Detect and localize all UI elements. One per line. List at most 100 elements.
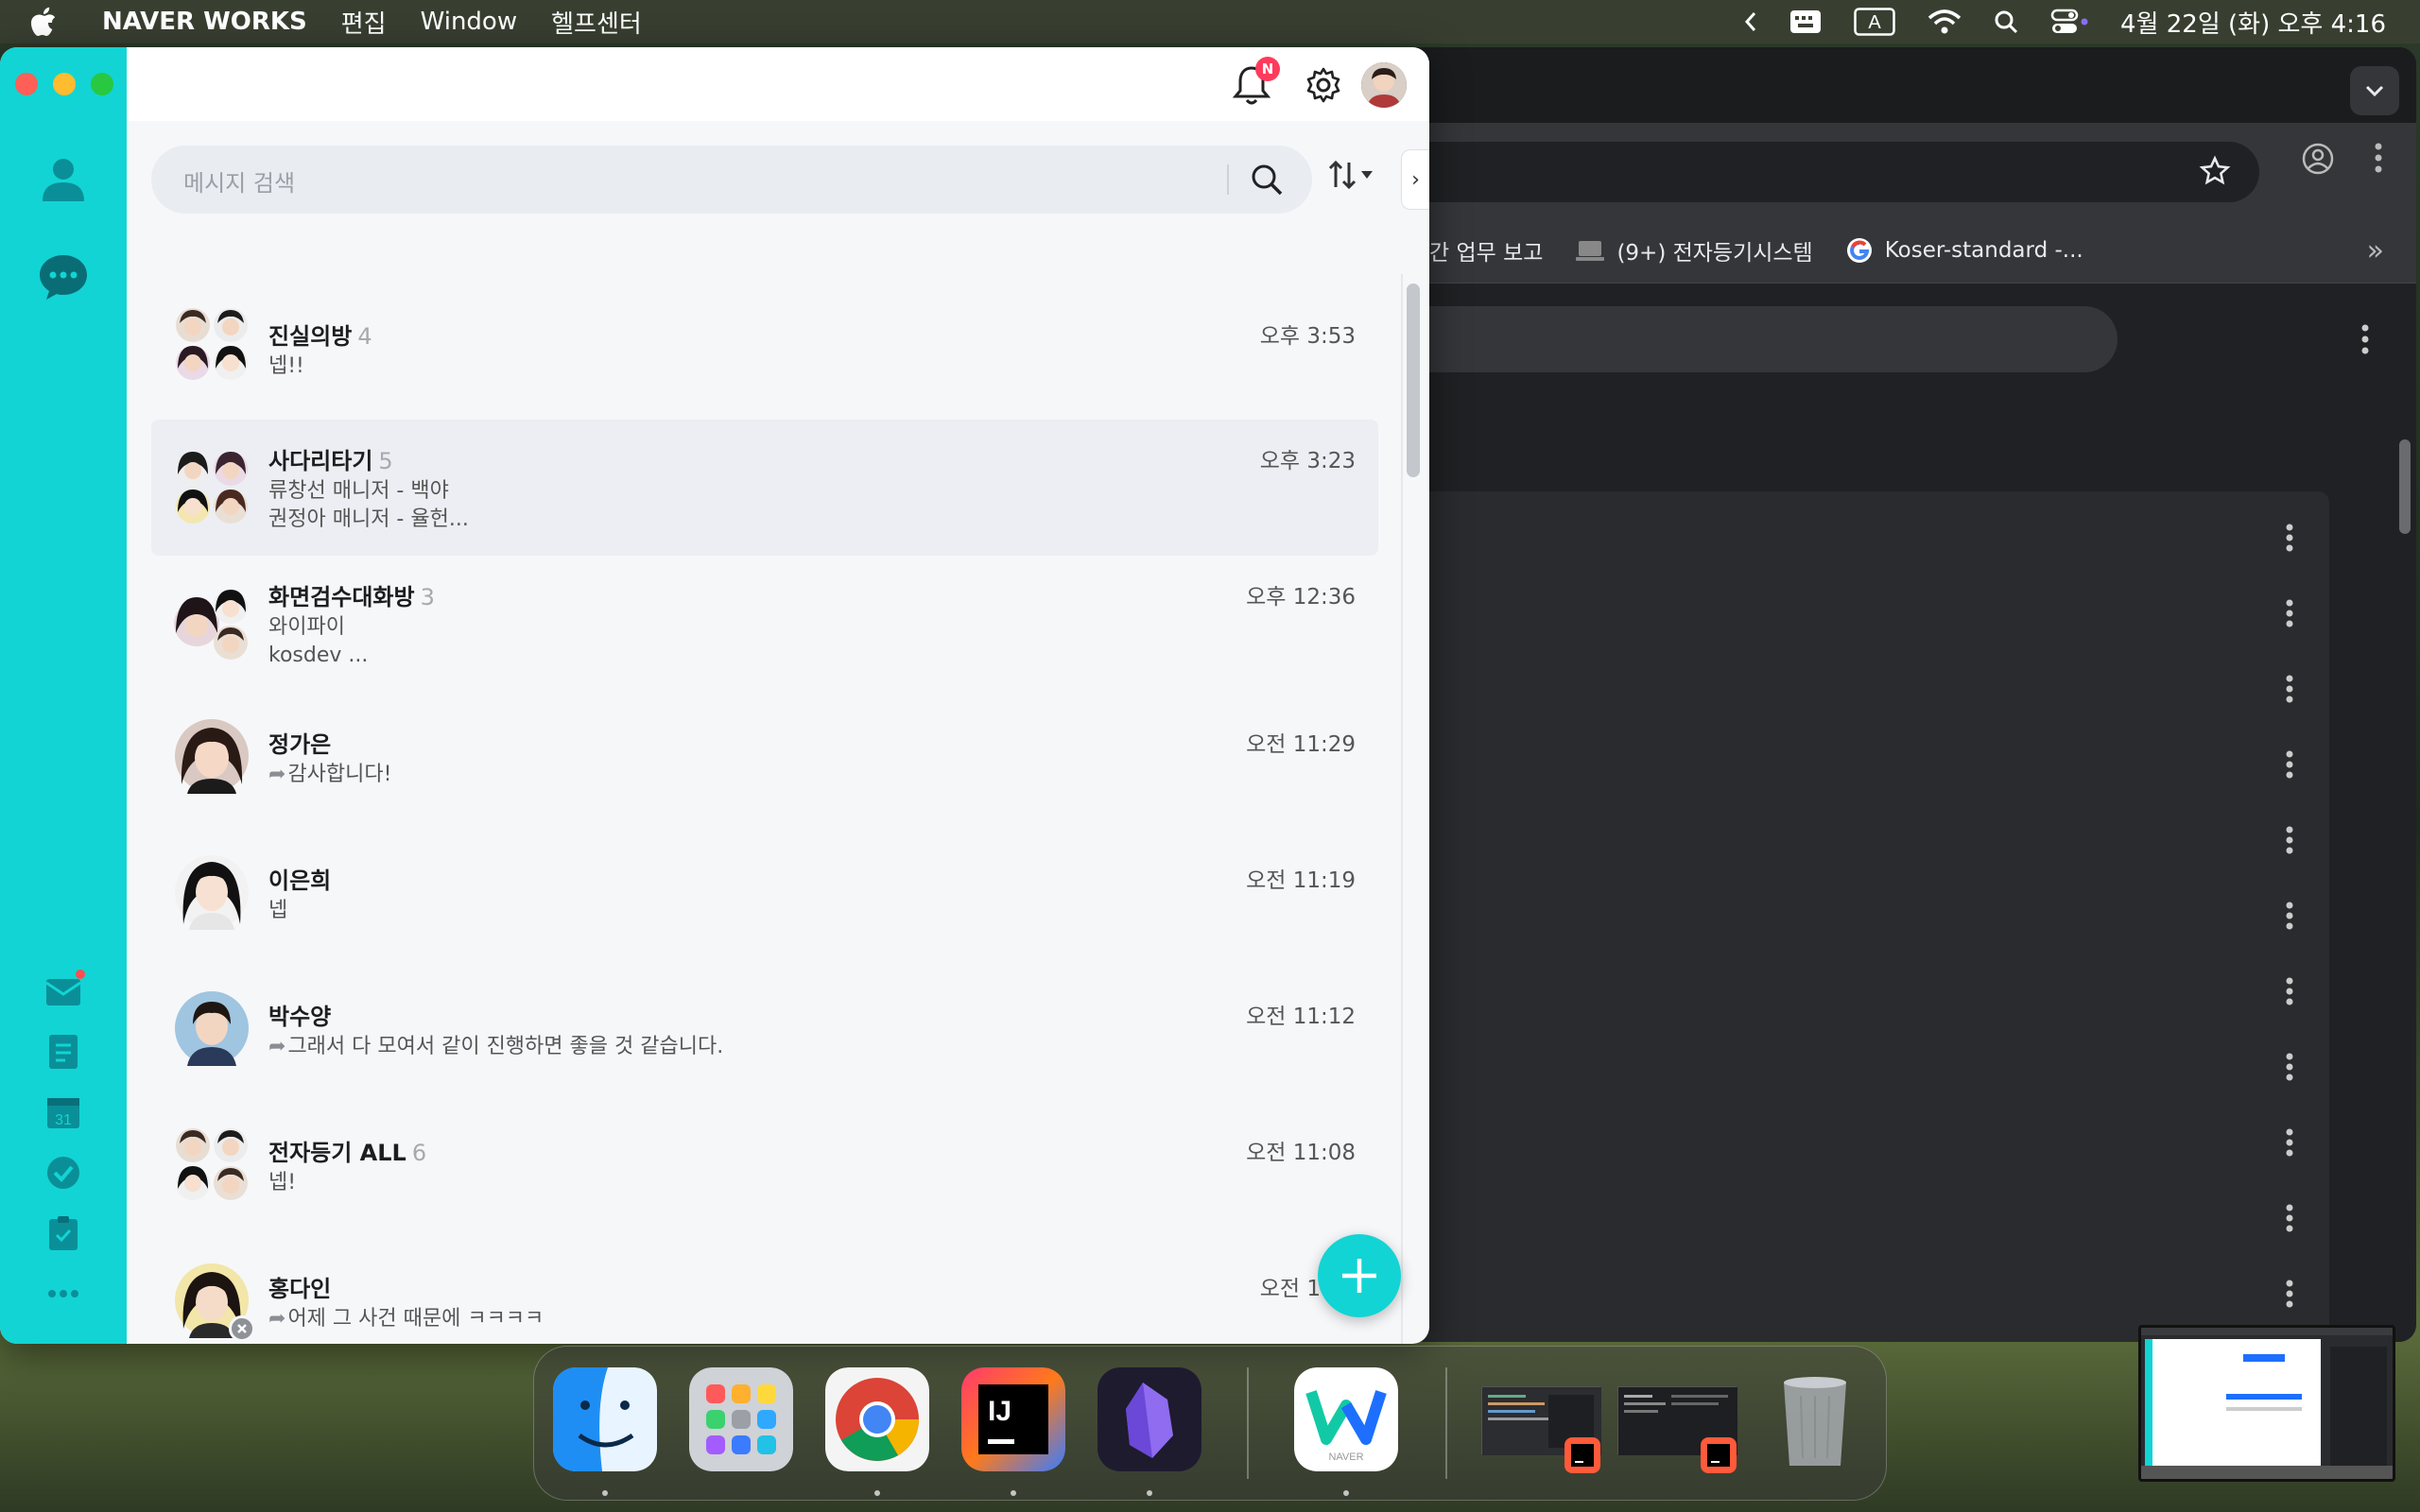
dock-trash[interactable]	[1763, 1367, 1867, 1471]
row-menu-icon[interactable]	[2286, 826, 2293, 854]
spotlight-search-icon[interactable]	[1994, 9, 2018, 34]
chat-room-item[interactable]: 홍다인 오전 10:0 ➦어제 그 사건 때문에 ㅋㅋㅋㅋ	[151, 1236, 1378, 1344]
svg-text:31: 31	[55, 1112, 72, 1128]
dock-obsidian[interactable]	[1098, 1367, 1201, 1471]
chevron-left-icon[interactable]	[1744, 11, 1757, 32]
row-menu-icon[interactable]	[2286, 524, 2293, 552]
last-message: 넵!	[268, 1171, 297, 1194]
dock-chrome[interactable]	[825, 1367, 929, 1471]
running-indicator	[602, 1490, 608, 1496]
tab-search-button[interactable]	[2350, 66, 2399, 115]
page-scrollbar[interactable]	[2399, 439, 2411, 534]
last-message-line: kosdev ...	[268, 644, 369, 667]
wifi-icon[interactable]	[1927, 9, 1962, 35]
sort-arrows-icon	[1328, 160, 1357, 190]
person-avatar	[174, 854, 250, 930]
last-message: 넵!!	[268, 354, 304, 378]
chat-room-item[interactable]: 박수양 오전 11:12 ➦그래서 다 모여서 같이 진행하면 좋을 것 같습니…	[151, 964, 1378, 1100]
menu-edit[interactable]: 편집	[341, 5, 387, 40]
message-search-field[interactable]: 메시지 검색	[151, 146, 1312, 214]
bookmark-item[interactable]: 간 업무 보고	[1429, 234, 1543, 266]
sidebar-task-button[interactable]	[43, 1153, 83, 1193]
person-avatar	[174, 1263, 255, 1342]
panel-expand-button[interactable]: ›	[1401, 149, 1429, 210]
app-sidebar: 31	[0, 47, 127, 1344]
chat-room-item[interactable]: 사다리타기 5 오후 3:23 류창선 매니저 - 백야 권정아 매니저 - 율헌…	[151, 420, 1378, 556]
page-menu-icon[interactable]	[2361, 323, 2369, 359]
window-minimize-button[interactable]	[53, 73, 76, 95]
menu-window[interactable]: Window	[421, 8, 518, 36]
row-menu-icon[interactable]	[2286, 1128, 2293, 1157]
apple-menu-icon[interactable]	[30, 7, 79, 37]
chevron-down-icon	[2365, 85, 2384, 97]
row-menu-icon[interactable]	[2286, 750, 2293, 779]
sidebar-more-button[interactable]	[43, 1274, 83, 1314]
row-menu-icon[interactable]	[2286, 977, 2293, 1005]
chat-room-item[interactable]: 전자등기 ALL 6 오전 11:08 넵!	[151, 1100, 1378, 1236]
chat-room-name: 진실의방 4	[268, 323, 372, 350]
notification-button[interactable]: N	[1232, 57, 1280, 106]
running-indicator	[874, 1490, 880, 1496]
mail-unread-dot	[76, 970, 85, 979]
window-zoom-button[interactable]	[91, 73, 113, 95]
control-center-icon[interactable]	[2050, 9, 2088, 35]
running-indicator	[1343, 1490, 1349, 1496]
dock-launchpad[interactable]	[689, 1367, 793, 1471]
sidebar-board-button[interactable]	[43, 1032, 83, 1072]
sort-button[interactable]	[1327, 159, 1373, 191]
row-menu-icon[interactable]	[2286, 1053, 2293, 1081]
obsidian-icon	[1098, 1367, 1201, 1471]
row-menu-icon[interactable]	[2286, 675, 2293, 703]
search-icon[interactable]	[1250, 163, 1284, 200]
menu-bar: NAVER WORKS 편집 Window 헬프센터 A 4월 22일 (화) …	[0, 0, 2420, 43]
profile-icon[interactable]	[2301, 142, 2335, 180]
window-close-button[interactable]	[15, 73, 38, 95]
bookmark-item[interactable]: (9+) 전자등기시스템	[1575, 234, 1813, 266]
chat-room-item[interactable]: 화면검수대화방 3 오후 12:36 와이파이 kosdev ...	[151, 556, 1378, 692]
sidebar-mail-button[interactable]	[43, 970, 85, 1011]
sidebar-contacts-button[interactable]	[36, 151, 91, 206]
chat-room-item[interactable]: 이은희 오전 11:19 넵	[151, 828, 1378, 964]
dock-finder[interactable]	[553, 1367, 657, 1471]
row-menu-icon[interactable]	[2286, 1204, 2293, 1232]
settings-button[interactable]	[1305, 66, 1342, 108]
browser-tabstrip	[1361, 47, 2416, 123]
row-menu-icon[interactable]	[2286, 599, 2293, 627]
checkmark-circle-icon	[47, 1157, 79, 1189]
page-search-field[interactable]	[1361, 306, 2118, 372]
input-source-icon[interactable]: A	[1854, 8, 1895, 36]
sidebar-messages-button[interactable]	[36, 249, 91, 304]
bookmarks-bar: 간 업무 보고 (9+) 전자등기시스템 Koser-standard -...…	[1361, 217, 2416, 284]
intellij-icon: IJ	[961, 1367, 1065, 1471]
chat-time: 오후 12:36	[1246, 585, 1356, 610]
my-profile-avatar[interactable]	[1361, 62, 1407, 108]
menu-app-name[interactable]: NAVER WORKS	[102, 8, 307, 36]
row-menu-icon[interactable]	[2286, 1280, 2293, 1308]
browser-menu-icon[interactable]	[2375, 142, 2382, 178]
last-message: 넵	[268, 899, 288, 922]
dock-intellij[interactable]: IJ	[961, 1367, 1065, 1471]
person-avatar	[174, 990, 250, 1066]
menu-help-center[interactable]: 헬프센터	[551, 5, 642, 40]
sidebar-calendar-button[interactable]: 31	[43, 1092, 83, 1132]
menu-clock[interactable]: 4월 22일 (화) 오후 4:16	[2120, 5, 2386, 40]
chat-room-item[interactable]: 진실의방 4 오후 3:53 넵!!	[151, 284, 1378, 404]
address-bar[interactable]	[1361, 142, 2259, 202]
dock: IJ NAVER	[533, 1346, 1887, 1501]
chat-list-scrollbar[interactable]	[1407, 284, 1420, 477]
bookmarks-more-button[interactable]: »	[2367, 234, 2384, 267]
gear-icon	[1306, 67, 1340, 103]
keyboard-viewer-icon[interactable]	[1789, 9, 1822, 34]
row-menu-icon[interactable]	[2286, 902, 2293, 930]
bookmark-item[interactable]: Koser-standard -...	[1845, 236, 2083, 265]
new-chat-button[interactable]	[1318, 1234, 1401, 1317]
screenshot-preview-thumbnail[interactable]	[2138, 1325, 2395, 1482]
chat-room-item[interactable]: 정가은 오전 11:29 ➦감사합니다!	[151, 692, 1378, 828]
sidebar-approval-button[interactable]	[43, 1213, 83, 1253]
bookmark-star-icon[interactable]	[2199, 155, 2231, 191]
bookmark-label: 간 업무 보고	[1429, 240, 1544, 266]
naverworks-window: 31 N 메시지 검색 › 진실의방 4 오후 3:53 넵!! 사다리타기 5…	[0, 47, 1429, 1344]
dock-separator	[1247, 1367, 1249, 1479]
dock-naverworks[interactable]: NAVER	[1294, 1367, 1398, 1471]
intellij-icon	[1564, 1437, 1600, 1473]
